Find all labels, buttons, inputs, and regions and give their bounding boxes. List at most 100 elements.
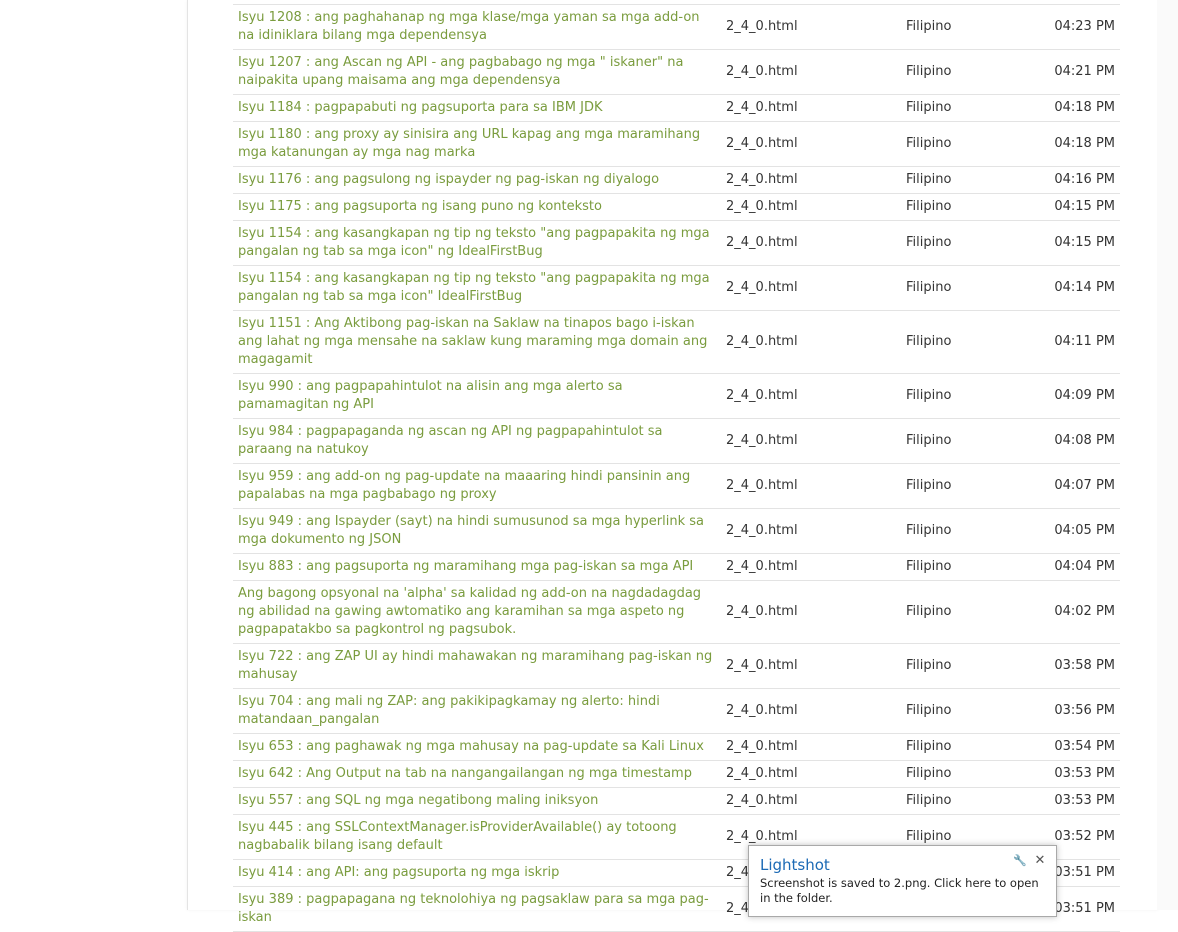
- language-cell: Filipino: [896, 166, 1026, 194]
- wrench-icon[interactable]: 🔧: [1013, 854, 1027, 868]
- file-name-cell: 2_4_0.html: [720, 508, 896, 554]
- issue-title-link[interactable]: Isyu 557 : ang SQL ng mga negatibong mal…: [238, 793, 598, 808]
- issue-title-cell: Isyu 1154 : ang kasangkapan ng tip ng te…: [233, 265, 720, 311]
- file-name-cell: 2_4_0.html: [720, 121, 896, 167]
- issue-title-cell: Isyu 557 : ang SQL ng mga negatibong mal…: [233, 787, 720, 815]
- issue-title-cell: Isyu 883 : ang pagsuporta ng maramihang …: [233, 553, 720, 581]
- table-row: Isyu 1151 : Ang Aktibong pag-iskan na Sa…: [233, 310, 1120, 374]
- issue-title-link[interactable]: Isyu 990 : ang pagpapahintulot na alisin…: [238, 379, 623, 412]
- issue-title-link[interactable]: Isyu 1154 : ang kasangkapan ng tip ng te…: [238, 226, 710, 259]
- file-name-cell: 2_4_0.html: [720, 418, 896, 464]
- table-row: Isyu 722 : ang ZAP UI ay hindi mahawakan…: [233, 643, 1120, 689]
- time-cell: 03:53 PM: [1026, 760, 1120, 788]
- time-cell: 03:53 PM: [1026, 787, 1120, 815]
- issue-title-cell: Isyu 414 : ang API: ang pagsuporta ng mg…: [233, 859, 720, 887]
- lightshot-notification[interactable]: Lightshot 🔧 ✕ Screenshot is saved to 2.p…: [748, 845, 1057, 917]
- issue-title-link[interactable]: Isyu 704 : ang mali ng ZAP: ang pakikipa…: [238, 694, 660, 727]
- issue-title-link[interactable]: Isyu 1175 : ang pagsuporta ng isang puno…: [238, 199, 602, 214]
- issue-title-link[interactable]: Isyu 722 : ang ZAP UI ay hindi mahawakan…: [238, 649, 712, 682]
- language-cell: Filipino: [896, 373, 1026, 419]
- time-cell: 04:11 PM: [1026, 310, 1120, 374]
- table-row: Isyu 1175 : ang pagsuporta ng isang puno…: [233, 193, 1120, 221]
- issue-title-cell: Isyu 1176 : ang pagsulong ng ispayder ng…: [233, 166, 720, 194]
- table-row: Isyu 1180 : ang proxy ay sinisira ang UR…: [233, 121, 1120, 167]
- file-name-cell: 2_4_0.html: [720, 265, 896, 311]
- right-gutter: [1157, 0, 1178, 910]
- language-cell: Filipino: [896, 553, 1026, 581]
- file-name-cell: 2_4_0.html: [720, 580, 896, 644]
- issue-title-cell: Isyu 949 : ang Ispayder (sayt) na hindi …: [233, 508, 720, 554]
- issue-title-link[interactable]: Isyu 414 : ang API: ang pagsuporta ng mg…: [238, 865, 559, 880]
- table-row: Isyu 1154 : ang kasangkapan ng tip ng te…: [233, 220, 1120, 266]
- issue-title-cell: Isyu 1208 : ang paghahanap ng mga klase/…: [233, 4, 720, 50]
- issue-title-cell: Isyu 445 : ang SSLContextManager.isProvi…: [233, 814, 720, 860]
- file-name-cell: 2_4_0.html: [720, 373, 896, 419]
- time-cell: 04:08 PM: [1026, 418, 1120, 464]
- file-name-cell: 2_4_0.html: [720, 688, 896, 734]
- close-icon[interactable]: ✕: [1033, 854, 1047, 868]
- issue-title-link[interactable]: Isyu 1180 : ang proxy ay sinisira ang UR…: [238, 127, 700, 160]
- language-cell: Filipino: [896, 4, 1026, 50]
- issue-title-link[interactable]: Isyu 1207 : ang Ascan ng API - ang pagba…: [238, 55, 683, 88]
- issue-title-cell: Isyu 984 : pagpapaganda ng ascan ng API …: [233, 418, 720, 464]
- language-cell: Filipino: [896, 580, 1026, 644]
- issue-title-cell: Isyu 1180 : ang proxy ay sinisira ang UR…: [233, 121, 720, 167]
- issue-title-link[interactable]: Isyu 949 : ang Ispayder (sayt) na hindi …: [238, 514, 704, 547]
- file-name-cell: 2_4_0.html: [720, 553, 896, 581]
- issue-title-cell: Isyu 1175 : ang pagsuporta ng isang puno…: [233, 193, 720, 221]
- issue-title-cell: Isyu 653 : ang paghawak ng mga mahusay n…: [233, 733, 720, 761]
- left-gutter: [0, 0, 187, 910]
- file-name-cell: 2_4_0.html: [720, 643, 896, 689]
- issue-title-link[interactable]: Isyu 389 : pagpapagana ng teknolohiya ng…: [238, 892, 709, 925]
- issue-title-link[interactable]: Ang bagong opsyonal na 'alpha' sa kalida…: [238, 586, 701, 637]
- language-cell: Filipino: [896, 193, 1026, 221]
- issue-title-link[interactable]: Isyu 642 : Ang Output na tab na nanganga…: [238, 766, 692, 781]
- issue-title-cell: Isyu 704 : ang mali ng ZAP: ang pakikipa…: [233, 688, 720, 734]
- notification-message[interactable]: Screenshot is saved to 2.png. Click here…: [760, 876, 1052, 906]
- translations-table: &amp; ang karagdagang pagpapangalang mul…: [233, 0, 1120, 932]
- issue-title-link[interactable]: Isyu 984 : pagpapaganda ng ascan ng API …: [238, 424, 663, 457]
- language-cell: Filipino: [896, 121, 1026, 167]
- issue-title-link[interactable]: Isyu 1208 : ang paghahanap ng mga klase/…: [238, 10, 700, 43]
- language-cell: Filipino: [896, 688, 1026, 734]
- issue-title-link[interactable]: Isyu 1176 : ang pagsulong ng ispayder ng…: [238, 172, 659, 187]
- language-cell: Filipino: [896, 49, 1026, 95]
- file-name-cell: 2_4_0.html: [720, 787, 896, 815]
- translations-table-body: &amp; ang karagdagang pagpapangalang mul…: [233, 0, 1120, 932]
- language-cell: Filipino: [896, 463, 1026, 509]
- issue-title-cell: Isyu 1184 : pagpapabuti ng pagsuporta pa…: [233, 94, 720, 122]
- issue-title-cell: Isyu 642 : Ang Output na tab na nanganga…: [233, 760, 720, 788]
- issue-title-cell: Isyu 1154 : ang kasangkapan ng tip ng te…: [233, 220, 720, 266]
- language-cell: Filipino: [896, 787, 1026, 815]
- time-cell: 03:54 PM: [1026, 733, 1120, 761]
- issue-title-link[interactable]: Isyu 959 : ang add-on ng pag-update na m…: [238, 469, 690, 502]
- issue-title-link[interactable]: Isyu 445 : ang SSLContextManager.isProvi…: [238, 820, 677, 853]
- table-row: Isyu 1184 : pagpapabuti ng pagsuporta pa…: [233, 94, 1120, 122]
- table-row: Isyu 557 : ang SQL ng mga negatibong mal…: [233, 787, 1120, 815]
- file-name-cell: 2_4_0.html: [720, 94, 896, 122]
- issue-title-link[interactable]: Isyu 1154 : ang kasangkapan ng tip ng te…: [238, 271, 710, 304]
- table-row: Isyu 990 : ang pagpapahintulot na alisin…: [233, 373, 1120, 419]
- file-name-cell: 2_4_0.html: [720, 220, 896, 266]
- issue-title-cell: Isyu 1151 : Ang Aktibong pag-iskan na Sa…: [233, 310, 720, 374]
- time-cell: 04:15 PM: [1026, 220, 1120, 266]
- notification-title: Lightshot: [760, 856, 830, 874]
- translations-table-container: &amp; ang karagdagang pagpapangalang mul…: [233, 0, 1120, 932]
- time-cell: 04:23 PM: [1026, 4, 1120, 50]
- time-cell: 04:18 PM: [1026, 121, 1120, 167]
- language-cell: Filipino: [896, 220, 1026, 266]
- file-name-cell: 2_4_0.html: [720, 166, 896, 194]
- issue-title-cell: Isyu 389 : pagpapagana ng teknolohiya ng…: [233, 886, 720, 932]
- table-row: Isyu 704 : ang mali ng ZAP: ang pakikipa…: [233, 688, 1120, 734]
- table-row: Isyu 1176 : ang pagsulong ng ispayder ng…: [233, 166, 1120, 194]
- issue-title-link[interactable]: Isyu 1184 : pagpapabuti ng pagsuporta pa…: [238, 100, 603, 115]
- table-row: Isyu 1154 : ang kasangkapan ng tip ng te…: [233, 265, 1120, 311]
- issue-title-link[interactable]: Isyu 653 : ang paghawak ng mga mahusay n…: [238, 739, 704, 754]
- time-cell: 04:09 PM: [1026, 373, 1120, 419]
- issue-title-link[interactable]: Isyu 883 : ang pagsuporta ng maramihang …: [238, 559, 693, 574]
- file-name-cell: 2_4_0.html: [720, 733, 896, 761]
- table-row: Isyu 653 : ang paghawak ng mga mahusay n…: [233, 733, 1120, 761]
- time-cell: 04:15 PM: [1026, 193, 1120, 221]
- issue-title-link[interactable]: Isyu 1151 : Ang Aktibong pag-iskan na Sa…: [238, 316, 707, 367]
- table-row: Isyu 949 : ang Ispayder (sayt) na hindi …: [233, 508, 1120, 554]
